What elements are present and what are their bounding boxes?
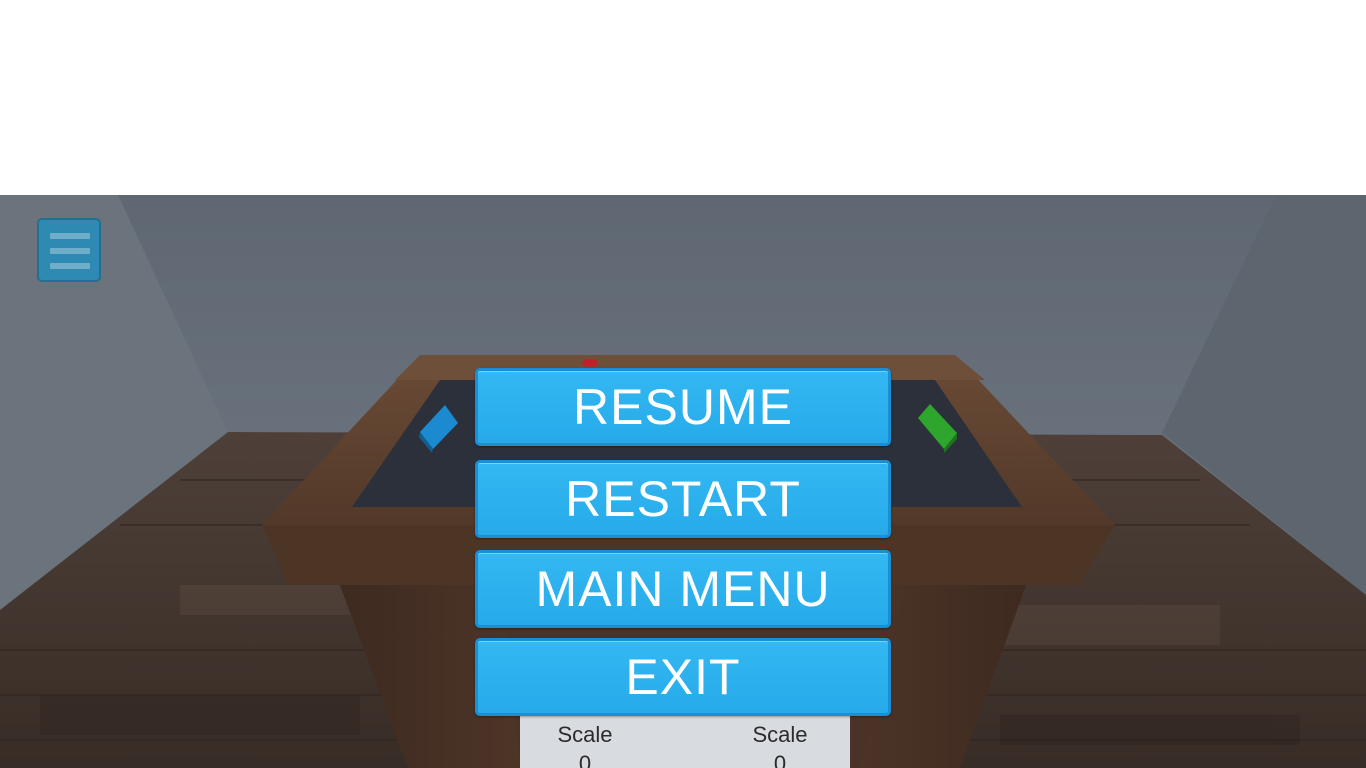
- left-scale-label: Scale: [557, 722, 613, 747]
- game-viewport: RESUME RESTART MAIN MENU EXIT Scale 0 Sc…: [0, 195, 1366, 768]
- main-menu-button[interactable]: MAIN MENU: [475, 550, 891, 628]
- hamburger-menu-icon: [50, 233, 90, 269]
- exit-button[interactable]: EXIT: [475, 638, 891, 716]
- left-scale-readout: Scale 0: [525, 722, 645, 768]
- resume-button[interactable]: RESUME: [475, 368, 891, 446]
- right-scale-label: Scale: [752, 722, 808, 747]
- right-scale-readout: Scale 0: [720, 722, 840, 768]
- pause-menu-button[interactable]: [37, 218, 101, 282]
- top-blank-area: [0, 0, 1366, 195]
- ball: [582, 359, 598, 367]
- restart-button[interactable]: RESTART: [475, 460, 891, 538]
- right-scale-value: 0: [773, 751, 787, 768]
- left-scale-value: 0: [578, 751, 592, 768]
